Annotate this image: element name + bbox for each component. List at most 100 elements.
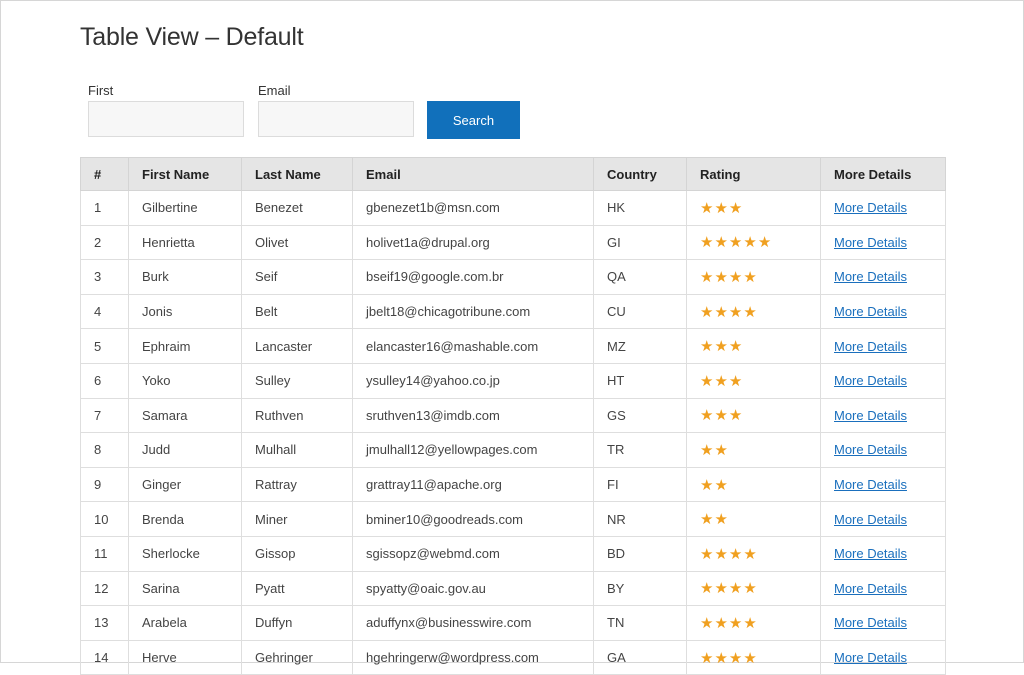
rating-stars: ★★★: [700, 337, 743, 355]
cell-rating: ★★★: [686, 190, 821, 226]
more-details-link[interactable]: More Details: [834, 581, 907, 596]
star-icon: ★: [714, 406, 729, 425]
cell-country: GA: [593, 639, 687, 675]
star-icon: ★: [728, 613, 744, 632]
rating-stars: ★★: [700, 476, 729, 494]
star-icon: ★: [714, 544, 729, 563]
star-icon: ★: [714, 613, 729, 632]
cell-more-details: More Details: [820, 259, 946, 295]
column-header-first-name[interactable]: First Name: [128, 157, 242, 191]
cell-country: NR: [593, 501, 687, 537]
star-icon: ★: [700, 613, 715, 632]
star-icon: ★: [714, 648, 729, 667]
cell-more-details: More Details: [820, 432, 946, 468]
cell-number: 7: [80, 397, 129, 434]
cell-more-details: More Details: [820, 362, 946, 399]
cell-rating: ★★: [686, 501, 821, 537]
email-input[interactable]: [258, 101, 414, 137]
table-row: 5 Ephraim Lancaster elancaster16@mashable.c…: [80, 328, 946, 364]
rating-stars: ★★★: [700, 372, 743, 390]
rating-stars: ★★★★: [700, 268, 758, 286]
more-details-link[interactable]: More Details: [834, 546, 907, 561]
more-details-link[interactable]: More Details: [834, 615, 907, 630]
more-details-link[interactable]: More Details: [834, 408, 907, 423]
star-icon: ★: [700, 510, 715, 529]
column-header-last-name[interactable]: Last Name: [241, 157, 353, 191]
table-row: 1 Gilbertine Benezet gbenezet1b@msn.com HK ★★…: [80, 190, 946, 226]
cell-more-details: More Details: [820, 535, 946, 572]
star-icon: ★: [714, 475, 729, 494]
cell-first-name: Samara: [128, 397, 242, 434]
star-icon: ★: [700, 475, 715, 494]
cell-first-name: Sherlocke: [128, 535, 242, 572]
cell-number: 2: [80, 224, 129, 261]
cell-country: GI: [593, 224, 687, 261]
cell-more-details: More Details: [820, 224, 946, 261]
cell-email: elancaster16@mashable.com: [352, 328, 594, 364]
table-row: 14 Herve Gehringer hgehringerw@wordpress.co…: [80, 639, 946, 675]
column-header-email[interactable]: Email: [352, 157, 594, 191]
search-button[interactable]: Search: [427, 101, 520, 139]
rating-stars: ★★★★★: [700, 233, 772, 251]
cell-first-name: Herve: [128, 639, 242, 675]
first-name-label: First Name: [88, 83, 123, 113]
cell-email: gbenezet1b@msn.com: [352, 190, 594, 226]
cell-rating: ★★★★: [686, 605, 821, 641]
star-icon: ★: [714, 337, 729, 356]
cell-rating: ★★★★: [686, 535, 821, 572]
more-details-link[interactable]: More Details: [834, 269, 907, 284]
star-icon: ★: [728, 544, 744, 563]
star-icon: ★: [714, 579, 729, 598]
star-icon: ★: [714, 233, 729, 252]
table-row: 4 Jonis Belt jbelt18@chicagotribune.com CU ★★…: [80, 293, 946, 330]
cell-number: 14: [80, 639, 129, 675]
cell-number: 4: [80, 293, 129, 330]
cell-more-details: More Details: [820, 293, 946, 330]
star-icon: ★: [714, 198, 729, 217]
rating-stars: ★★★★: [700, 579, 758, 597]
more-details-link[interactable]: More Details: [834, 235, 907, 250]
star-icon: ★: [700, 302, 715, 321]
cell-rating: ★★: [686, 466, 821, 503]
cell-more-details: More Details: [820, 605, 946, 641]
cell-first-name: Henrietta: [128, 224, 242, 261]
cell-number: 13: [80, 605, 129, 641]
rating-stars: ★★: [700, 441, 729, 459]
star-icon: ★: [728, 579, 744, 598]
more-details-link[interactable]: More Details: [834, 512, 907, 527]
more-details-link[interactable]: More Details: [834, 477, 907, 492]
first-name-input[interactable]: [88, 101, 244, 137]
cell-rating: ★★★★★: [686, 224, 821, 261]
more-details-link[interactable]: More Details: [834, 304, 907, 319]
cell-last-name: Gehringer: [241, 639, 353, 675]
more-details-link[interactable]: More Details: [834, 200, 907, 215]
cell-last-name: Pyatt: [241, 570, 353, 607]
column-header-number[interactable]: #: [80, 157, 129, 191]
star-icon: ★: [728, 648, 744, 667]
cell-email: bseif19@google.com.br: [352, 259, 594, 295]
star-icon: ★: [700, 579, 715, 598]
cell-country: CU: [593, 293, 687, 330]
cell-last-name: Benezet: [241, 190, 353, 226]
more-details-link[interactable]: More Details: [834, 373, 907, 388]
cell-email: sgissopz@webmd.com: [352, 535, 594, 572]
column-header-rating[interactable]: Rating: [686, 157, 821, 191]
more-details-link[interactable]: More Details: [834, 442, 907, 457]
table-row: 9 Ginger Rattray grattray11@apache.org FI ★★ M…: [80, 466, 946, 503]
column-header-country[interactable]: Country: [593, 157, 687, 191]
star-icon: ★: [728, 267, 744, 286]
cell-more-details: More Details: [820, 639, 946, 675]
star-icon: ★: [714, 267, 729, 286]
cell-last-name: Ruthven: [241, 397, 353, 434]
more-details-link[interactable]: More Details: [834, 339, 907, 354]
cell-email: ysulley14@yahoo.co.jp: [352, 362, 594, 399]
cell-rating: ★★: [686, 432, 821, 468]
results-table: # First Name Last Name Email Country Rat…: [80, 157, 946, 675]
star-icon: ★: [743, 544, 758, 563]
table-row: 3 Burk Seif bseif19@google.com.br QA ★★★★ More…: [80, 259, 946, 295]
column-header-more-details: More Details: [820, 157, 946, 191]
cell-country: TR: [593, 432, 687, 468]
cell-country: MZ: [593, 328, 687, 364]
cell-more-details: More Details: [820, 501, 946, 537]
email-field-group: Email: [258, 83, 414, 137]
